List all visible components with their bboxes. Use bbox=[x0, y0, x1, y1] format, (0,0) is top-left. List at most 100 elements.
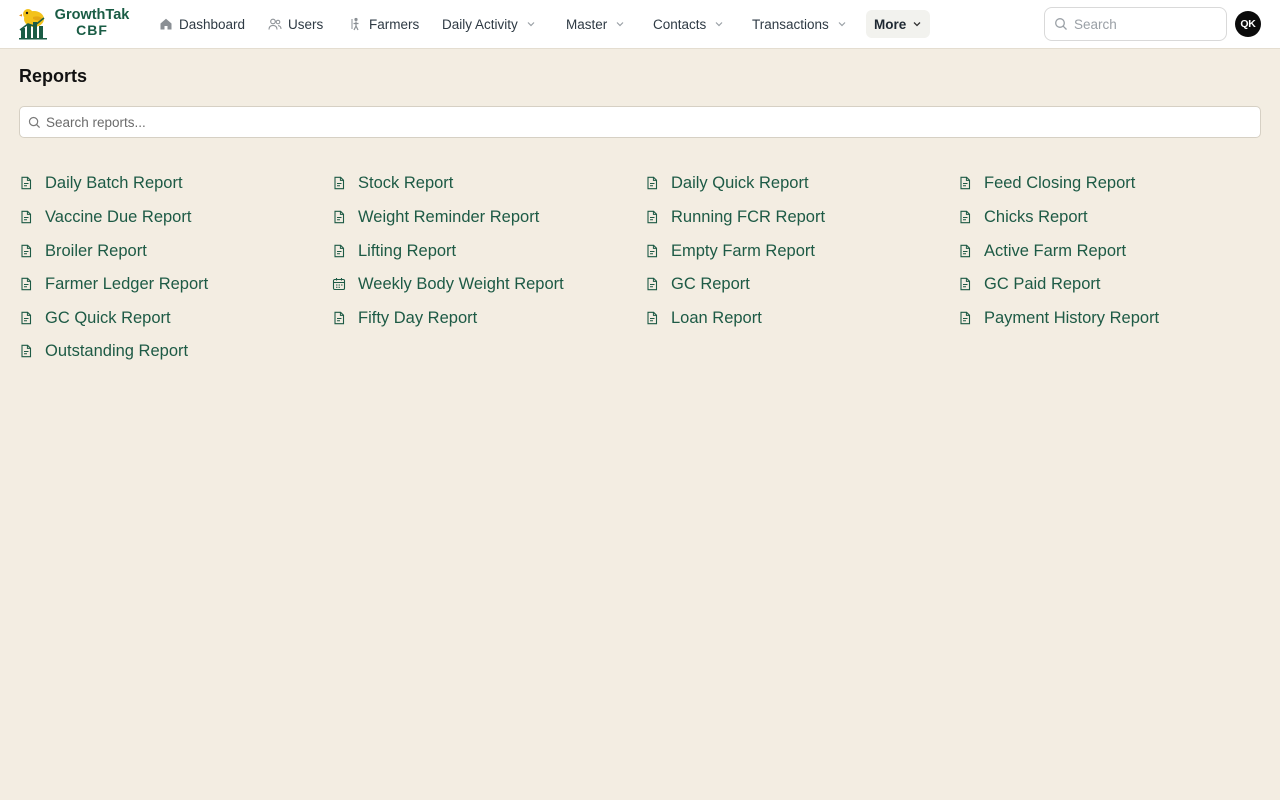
report-link-label: Active Farm Report bbox=[984, 241, 1127, 260]
report-link[interactable]: Fifty Day Report bbox=[332, 307, 477, 329]
report-link-label: Stock Report bbox=[358, 173, 454, 192]
nav-master[interactable]: Master bbox=[558, 10, 633, 38]
file-icon bbox=[960, 210, 971, 224]
report-link[interactable]: Farmer Ledger Report bbox=[19, 273, 208, 295]
file-icon bbox=[21, 210, 32, 224]
file-icon bbox=[647, 210, 658, 224]
report-link[interactable]: Feed Closing Report bbox=[958, 172, 1135, 194]
report-link-label: Loan Report bbox=[671, 308, 762, 327]
brand-name: GrowthTak CBF bbox=[52, 8, 132, 38]
file-icon bbox=[334, 311, 345, 325]
nav-transactions-label: Transactions bbox=[752, 16, 829, 32]
nav-more-label: More bbox=[874, 16, 907, 32]
file-icon bbox=[647, 311, 658, 325]
global-search-input[interactable] bbox=[1074, 16, 1214, 32]
report-link[interactable]: Broiler Report bbox=[19, 240, 147, 262]
report-link-label: Vaccine Due Report bbox=[45, 207, 192, 226]
page-title: Reports bbox=[19, 66, 88, 86]
report-link[interactable]: Outstanding Report bbox=[19, 340, 188, 362]
report-link[interactable]: GC Report bbox=[645, 273, 750, 295]
report-link[interactable]: Payment History Report bbox=[958, 307, 1159, 329]
report-link-label: Running FCR Report bbox=[671, 207, 826, 226]
report-link-label: Payment History Report bbox=[984, 308, 1160, 327]
report-link-label: Daily Batch Report bbox=[45, 173, 183, 192]
nav-contacts[interactable]: Contacts bbox=[645, 10, 732, 38]
brand-logo[interactable]: GrowthTak CBF bbox=[19, 6, 131, 40]
nav-users[interactable]: Users bbox=[260, 10, 331, 38]
nav-farmers-label: Farmers bbox=[369, 16, 420, 32]
file-icon bbox=[647, 176, 658, 190]
report-link-label: Empty Farm Report bbox=[671, 241, 815, 260]
file-icon bbox=[960, 311, 971, 325]
report-link-label: GC Report bbox=[671, 274, 750, 293]
search-icon bbox=[1055, 18, 1067, 30]
nav-transactions[interactable]: Transactions bbox=[744, 10, 855, 38]
file-icon bbox=[334, 244, 345, 258]
user-avatar[interactable]: QK bbox=[1235, 11, 1261, 37]
farmer-icon bbox=[351, 17, 359, 31]
brand-name-line1: GrowthTak bbox=[54, 7, 130, 23]
report-link[interactable]: Running FCR Report bbox=[645, 206, 825, 228]
file-icon bbox=[647, 277, 658, 291]
nav-dashboard[interactable]: Dashboard bbox=[151, 10, 253, 38]
home-icon bbox=[160, 18, 172, 30]
report-link-label: Lifting Report bbox=[358, 241, 457, 260]
users-icon bbox=[268, 18, 282, 30]
nav-farmers[interactable]: Farmers bbox=[341, 10, 427, 38]
report-link[interactable]: Weekly Body Weight Report bbox=[332, 273, 564, 295]
report-link[interactable]: Chicks Report bbox=[958, 206, 1088, 228]
top-navbar: GrowthTak CBF Dashboard Users Farmers Da… bbox=[0, 0, 1280, 49]
nav-contacts-label: Contacts bbox=[653, 16, 707, 32]
reports-search[interactable] bbox=[19, 106, 1261, 138]
report-link-label: Fifty Day Report bbox=[358, 308, 478, 327]
nav-users-label: Users bbox=[288, 16, 324, 32]
report-link-label: Chicks Report bbox=[984, 207, 1088, 226]
file-icon bbox=[21, 277, 32, 291]
report-link[interactable]: Weight Reminder Report bbox=[332, 206, 539, 228]
report-link[interactable]: GC Paid Report bbox=[958, 273, 1100, 295]
nav-more[interactable]: More bbox=[866, 10, 931, 38]
nav-daily-activity-label: Daily Activity bbox=[442, 16, 518, 32]
report-link-label: Farmer Ledger Report bbox=[45, 274, 209, 293]
file-icon bbox=[647, 244, 658, 258]
reports-search-input[interactable] bbox=[46, 114, 1246, 130]
file-icon bbox=[21, 344, 32, 358]
report-link[interactable]: Empty Farm Report bbox=[645, 240, 815, 262]
report-link-label: Daily Quick Report bbox=[671, 173, 809, 192]
chevron-down-icon bbox=[838, 22, 846, 27]
global-search[interactable] bbox=[1044, 7, 1227, 41]
report-link-label: Feed Closing Report bbox=[984, 173, 1136, 192]
file-icon bbox=[334, 210, 345, 224]
brand-name-line2: CBF bbox=[76, 22, 108, 38]
nav-dashboard-label: Dashboard bbox=[179, 16, 246, 32]
report-link-label: GC Quick Report bbox=[45, 308, 171, 327]
report-link[interactable]: Daily Quick Report bbox=[645, 172, 809, 194]
chevron-down-icon bbox=[715, 22, 723, 27]
file-icon bbox=[21, 311, 32, 325]
report-link-label: Broiler Report bbox=[45, 241, 147, 260]
report-link-label: GC Paid Report bbox=[984, 274, 1101, 293]
file-icon bbox=[21, 176, 32, 190]
chevron-down-icon bbox=[913, 22, 921, 27]
chevron-down-icon bbox=[527, 22, 535, 27]
chevron-down-icon bbox=[616, 22, 624, 27]
calendar-icon bbox=[332, 278, 346, 291]
file-icon bbox=[21, 244, 32, 258]
report-link[interactable]: Stock Report bbox=[332, 172, 453, 194]
search-icon bbox=[28, 116, 41, 128]
nav-daily-activity[interactable]: Daily Activity bbox=[434, 10, 544, 38]
file-icon bbox=[960, 176, 971, 190]
report-link-label: Weekly Body Weight Report bbox=[358, 274, 564, 293]
nav-master-label: Master bbox=[566, 16, 608, 32]
report-link-label: Outstanding Report bbox=[45, 341, 189, 360]
report-link[interactable]: Lifting Report bbox=[332, 240, 456, 262]
report-link[interactable]: Loan Report bbox=[645, 307, 762, 329]
file-icon bbox=[960, 277, 971, 291]
report-link[interactable]: GC Quick Report bbox=[19, 307, 171, 329]
report-link-label: Weight Reminder Report bbox=[358, 207, 540, 226]
report-link[interactable]: Vaccine Due Report bbox=[19, 206, 191, 228]
file-icon bbox=[960, 244, 971, 258]
chick-logo-icon bbox=[19, 9, 47, 40]
report-link[interactable]: Active Farm Report bbox=[958, 240, 1126, 262]
report-link[interactable]: Daily Batch Report bbox=[19, 172, 183, 194]
